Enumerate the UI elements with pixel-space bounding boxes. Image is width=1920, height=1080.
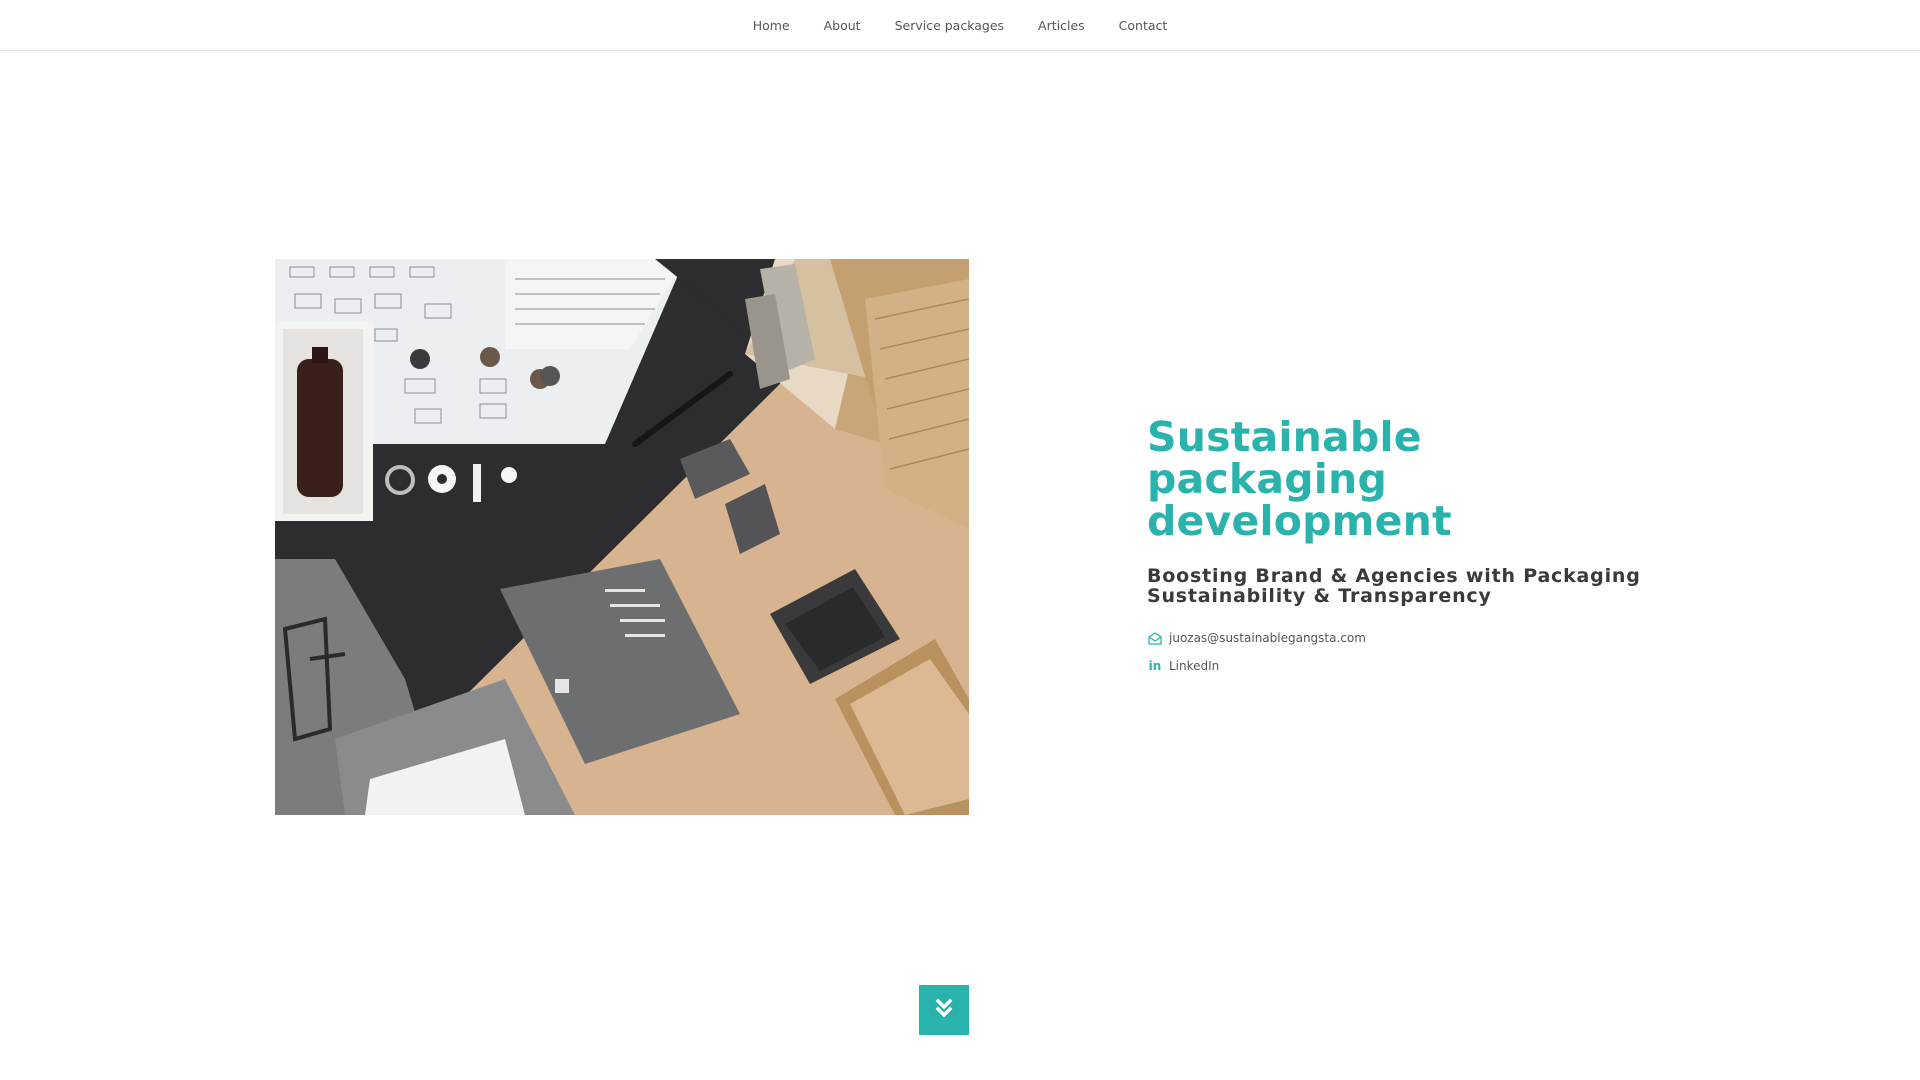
hero-text-block: Sustainable packaging development Boosti…	[1147, 416, 1707, 680]
email-text: juozas@sustainablegangsta.com	[1169, 631, 1366, 645]
hero-image	[275, 259, 969, 815]
contact-list: juozas@sustainablegangsta.com in LinkedI…	[1147, 624, 1707, 680]
linkedin-text: LinkedIn	[1169, 659, 1220, 673]
envelope-open-icon	[1147, 630, 1163, 646]
hero-title: Sustainable packaging development	[1147, 413, 1452, 545]
linkedin-icon: in	[1148, 659, 1162, 673]
nav-service-packages[interactable]: Service packages	[878, 0, 1021, 51]
email-link[interactable]: juozas@sustainablegangsta.com	[1147, 624, 1707, 652]
nav-about[interactable]: About	[807, 0, 878, 51]
nav-contact[interactable]: Contact	[1102, 0, 1185, 51]
scroll-down-button[interactable]	[919, 985, 969, 1035]
top-navigation: Home About Service packages Articles Con…	[0, 0, 1920, 51]
hero-subtitle: Boosting Brand & Agencies with Packaging…	[1147, 565, 1641, 607]
packaging-flatlay-illustration	[275, 259, 969, 815]
double-chevron-down-icon	[935, 998, 953, 1023]
nav-articles[interactable]: Articles	[1021, 0, 1102, 51]
nav-home[interactable]: Home	[736, 0, 807, 51]
linkedin-link[interactable]: in LinkedIn	[1147, 652, 1707, 680]
